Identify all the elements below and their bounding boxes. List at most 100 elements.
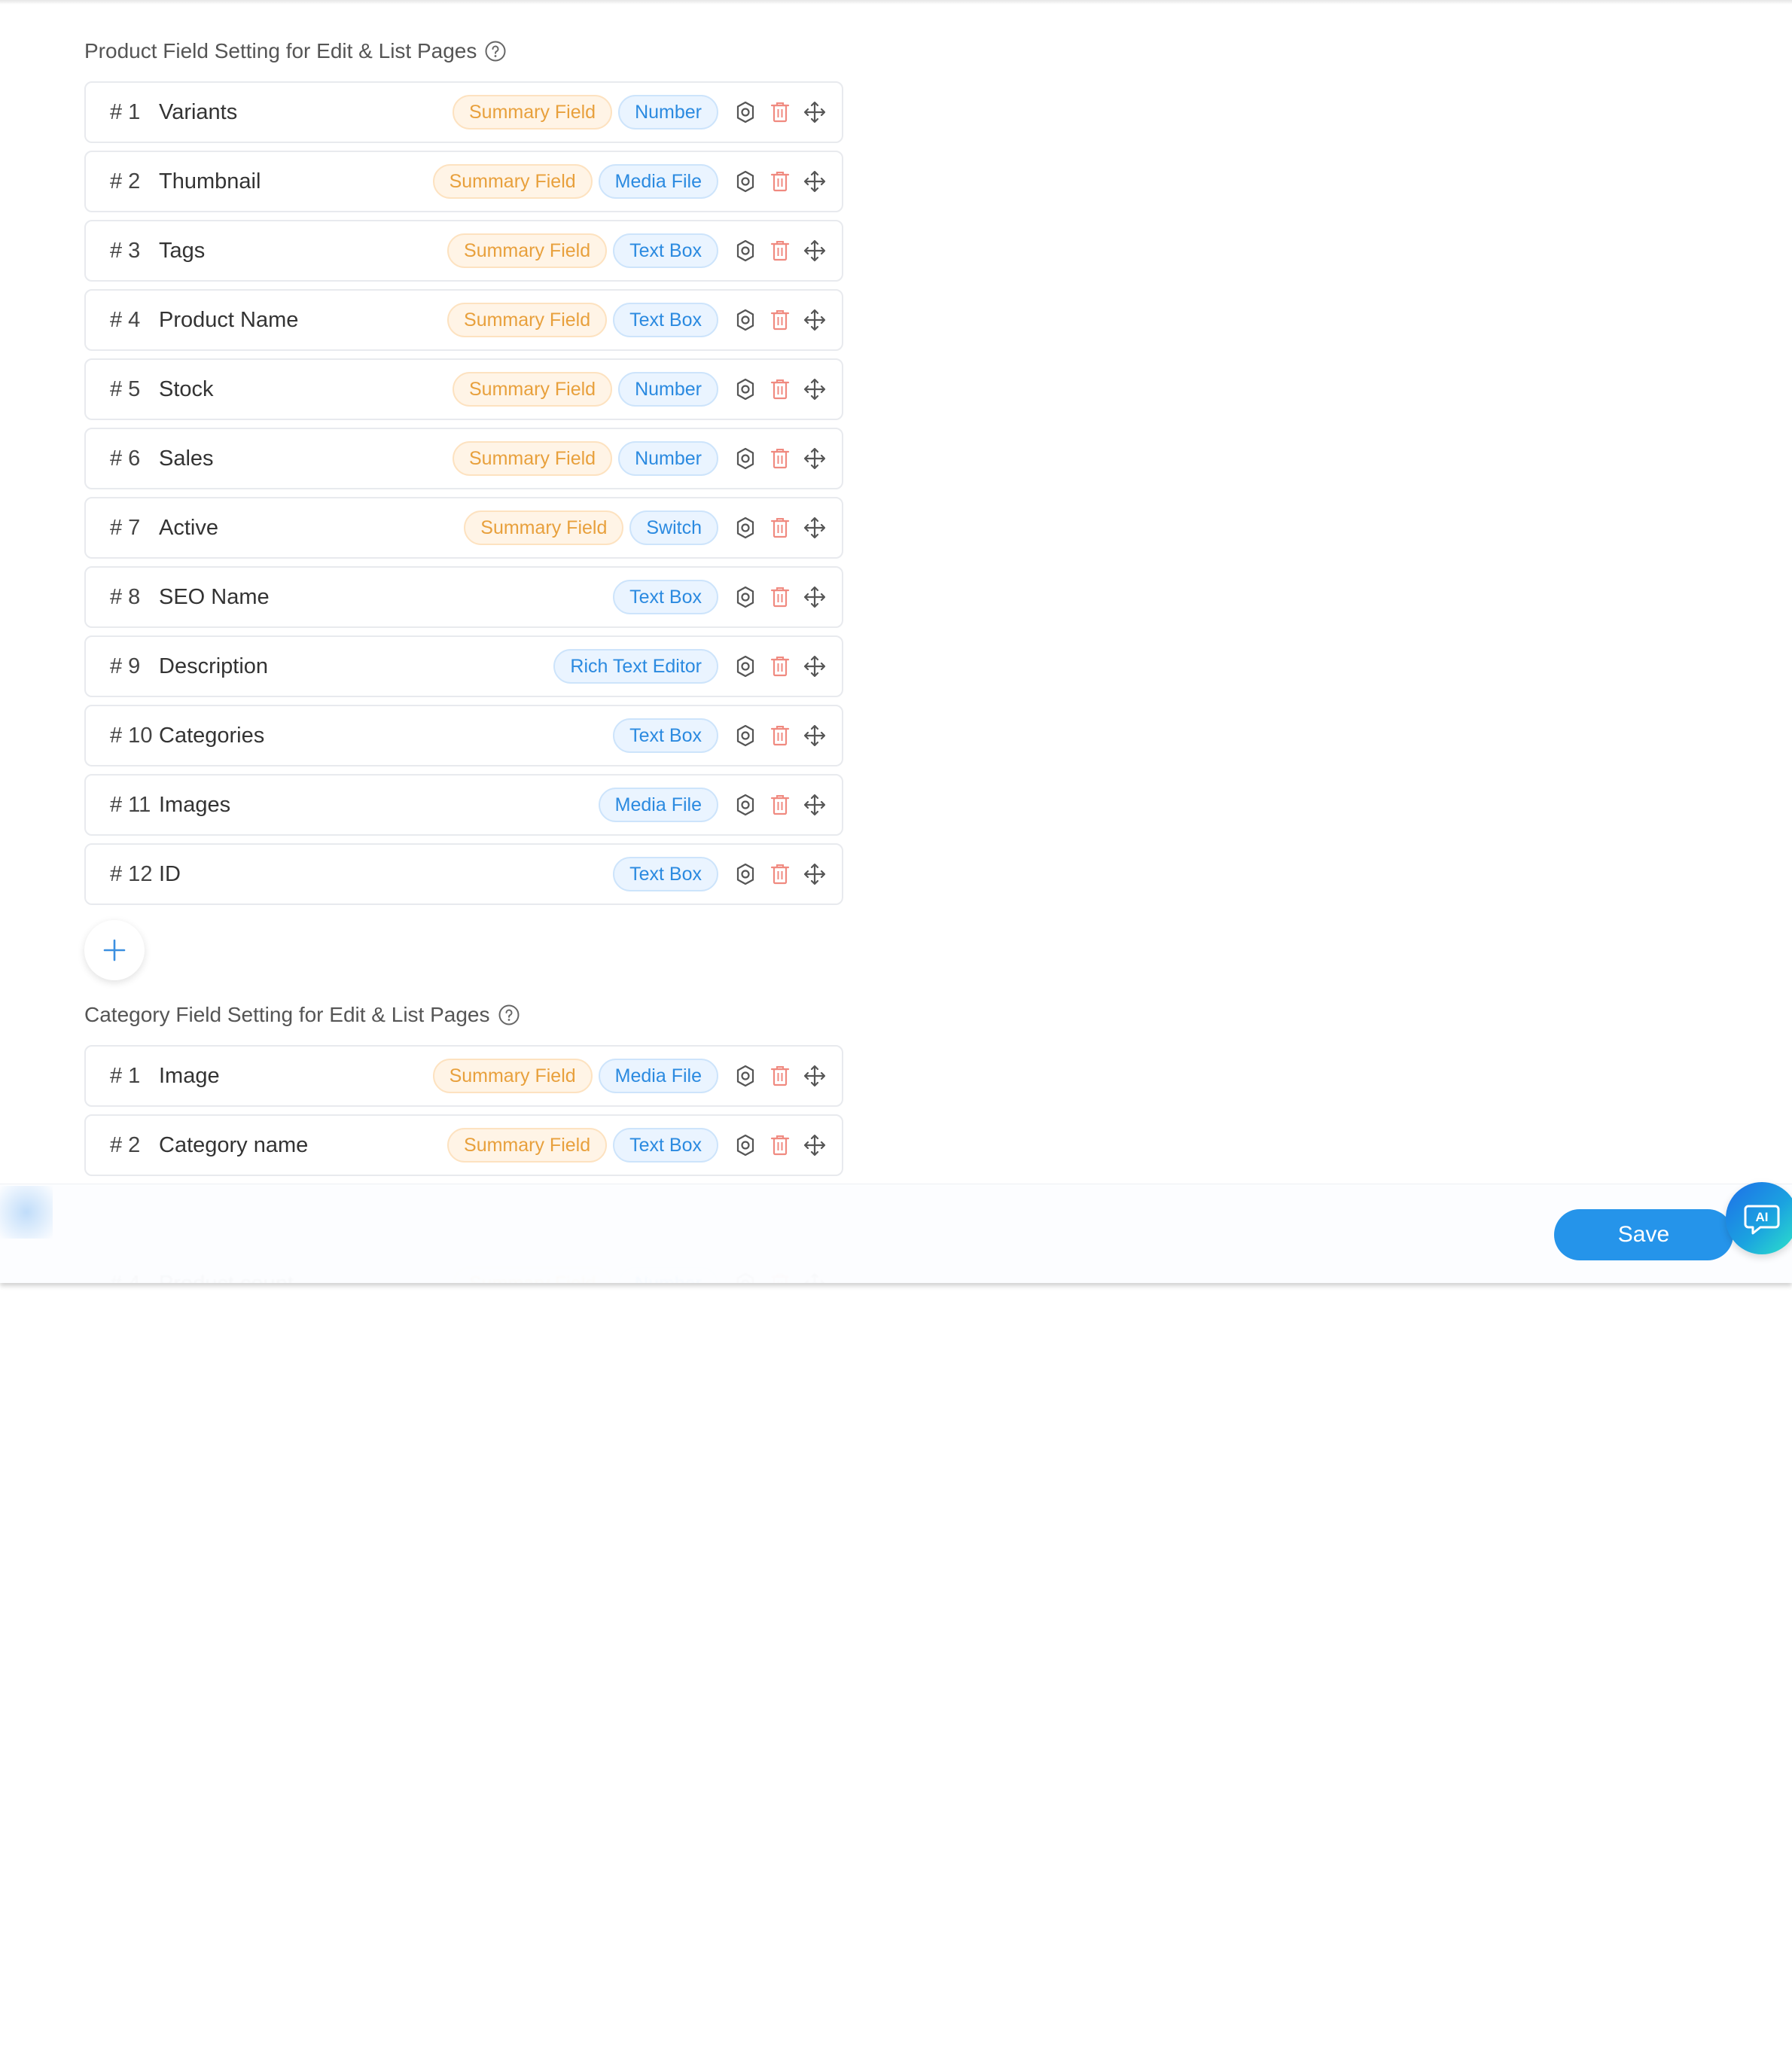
field-type-tag: Text Box: [613, 233, 718, 268]
settings-icon[interactable]: [733, 446, 757, 471]
field-row[interactable]: # 10 Categories Text Box: [84, 705, 843, 766]
trash-icon[interactable]: [768, 1133, 792, 1157]
row-actions: [733, 724, 827, 748]
product-section-title: Product Field Setting for Edit & List Pa…: [84, 39, 507, 63]
field-name: Image: [159, 1063, 220, 1088]
trash-icon[interactable]: [768, 446, 792, 471]
field-name: ID: [159, 861, 181, 886]
field-row[interactable]: # 6 Sales Summary Field Number: [84, 428, 843, 489]
field-tags: Text Box: [613, 580, 718, 614]
field-row[interactable]: # 3 Tags Summary Field Text Box: [84, 220, 843, 282]
summary-field-tag: Summary Field: [452, 95, 613, 130]
summary-field-tag: Summary Field: [452, 372, 613, 407]
field-type-tag: Media File: [598, 1059, 718, 1093]
help-circle-icon[interactable]: [484, 40, 507, 62]
trash-icon[interactable]: [768, 654, 792, 678]
field-row[interactable]: # 1 Variants Summary Field Number: [84, 81, 843, 143]
move-icon[interactable]: [803, 654, 827, 678]
move-icon[interactable]: [803, 308, 827, 332]
trash-icon[interactable]: [768, 377, 792, 401]
row-actions: [733, 446, 827, 471]
settings-icon[interactable]: [733, 377, 757, 401]
field-row[interactable]: # 9 Description Rich Text Editor: [84, 635, 843, 697]
save-button[interactable]: Save: [1554, 1209, 1733, 1260]
row-actions: [733, 308, 827, 332]
settings-icon[interactable]: [733, 239, 757, 263]
row-actions: [733, 862, 827, 886]
trash-icon[interactable]: [768, 793, 792, 817]
field-name: Category name: [159, 1132, 309, 1157]
field-row[interactable]: # 2 Thumbnail Summary Field Media File: [84, 151, 843, 212]
field-row[interactable]: # 5 Stock Summary Field Number: [84, 358, 843, 420]
trash-icon[interactable]: [768, 724, 792, 748]
move-icon[interactable]: [803, 862, 827, 886]
field-tags: Text Box: [613, 857, 718, 891]
product-field-list: # 1 Variants Summary Field Number # 2 Thumbna…: [84, 81, 843, 913]
field-index: # 4: [110, 307, 141, 332]
field-tags: Summary Field Switch: [464, 510, 718, 545]
field-tags: Summary FieldNumber: [452, 441, 718, 476]
field-index: # 7: [110, 515, 141, 540]
field-type-tag: Media File: [598, 788, 718, 822]
settings-icon[interactable]: [733, 793, 757, 817]
summary-field-tag: Summary Field: [447, 303, 608, 337]
field-row[interactable]: # 1 Image Summary Field Media File: [84, 1045, 843, 1107]
settings-icon[interactable]: [733, 169, 757, 194]
trash-icon[interactable]: [768, 862, 792, 886]
settings-icon[interactable]: [733, 654, 757, 678]
category-field-list: # 1 Image Summary Field Media File # 2 Catego…: [84, 1045, 843, 1184]
blurred-accent: [0, 1186, 53, 1239]
add-field-button[interactable]: [84, 920, 145, 980]
move-icon[interactable]: [803, 100, 827, 124]
field-row[interactable]: # 7 Active Summary Field Switch: [84, 497, 843, 559]
settings-icon[interactable]: [733, 1064, 757, 1088]
move-icon[interactable]: [803, 585, 827, 609]
trash-icon[interactable]: [768, 239, 792, 263]
ai-assistant-button[interactable]: AI: [1726, 1182, 1792, 1254]
trash-icon[interactable]: [768, 516, 792, 540]
settings-icon[interactable]: [733, 308, 757, 332]
field-type-tag: Text Box: [613, 303, 718, 337]
move-icon[interactable]: [803, 516, 827, 540]
move-icon[interactable]: [803, 239, 827, 263]
field-row[interactable]: # 4 Product Name Summary Field Text Box: [84, 289, 843, 351]
field-row[interactable]: # 11 Images Media File: [84, 774, 843, 836]
move-icon[interactable]: [803, 446, 827, 471]
move-icon[interactable]: [803, 1064, 827, 1088]
trash-icon[interactable]: [768, 308, 792, 332]
move-icon[interactable]: [803, 1133, 827, 1157]
field-tags: Summary Field Text Box: [447, 233, 718, 268]
field-row[interactable]: # 8 SEO Name Text Box: [84, 566, 843, 628]
help-circle-icon[interactable]: [498, 1004, 520, 1026]
trash-icon[interactable]: [768, 100, 792, 124]
settings-icon[interactable]: [733, 516, 757, 540]
move-icon[interactable]: [803, 724, 827, 748]
footer-action-bar: [0, 1184, 1792, 1283]
settings-icon[interactable]: [733, 862, 757, 886]
field-row[interactable]: # 12 ID Text Box: [84, 843, 843, 905]
summary-field-tag: Summary Field: [432, 164, 593, 199]
field-name: Active: [159, 515, 218, 540]
settings-icon[interactable]: [733, 100, 757, 124]
move-icon[interactable]: [803, 169, 827, 194]
save-button-label: Save: [1617, 1222, 1670, 1247]
field-type-tag: Number: [618, 95, 718, 130]
move-icon[interactable]: [803, 793, 827, 817]
field-type-tag: Number: [618, 372, 718, 407]
field-type-tag: Number: [618, 441, 718, 476]
settings-icon[interactable]: [733, 585, 757, 609]
field-index: # 1: [110, 99, 141, 124]
row-actions: [733, 1064, 827, 1088]
trash-icon[interactable]: [768, 585, 792, 609]
field-tags: Summary FieldNumber: [452, 95, 718, 130]
trash-icon[interactable]: [768, 169, 792, 194]
settings-icon[interactable]: [733, 1133, 757, 1157]
trash-icon[interactable]: [768, 1064, 792, 1088]
field-row[interactable]: # 2 Category name Summary Field Text Box: [84, 1114, 843, 1176]
field-tags: Rich Text Editor: [553, 649, 718, 684]
move-icon[interactable]: [803, 377, 827, 401]
row-actions: [733, 169, 827, 194]
field-name: Stock: [159, 376, 214, 401]
field-type-tag: Switch: [629, 510, 718, 545]
settings-icon[interactable]: [733, 724, 757, 748]
